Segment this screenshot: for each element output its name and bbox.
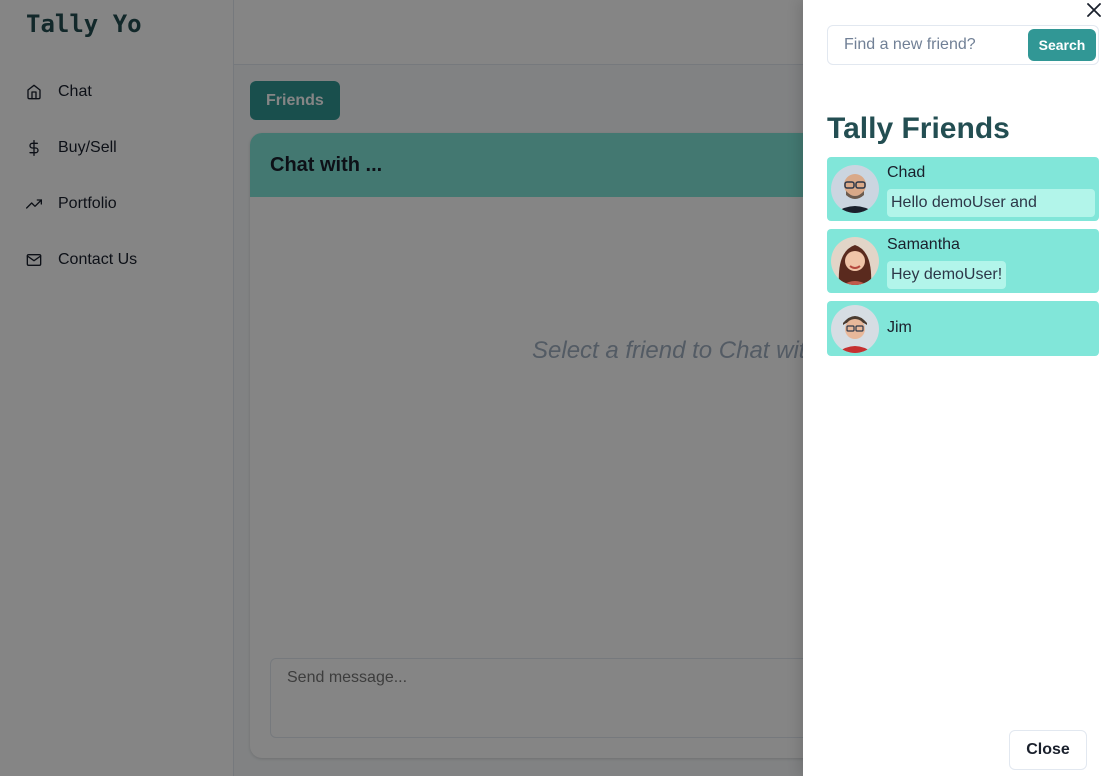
avatar	[831, 165, 879, 213]
avatar	[831, 305, 879, 353]
search-button[interactable]: Search	[1028, 29, 1096, 61]
friend-list: Chad Hello demoUser and Samantha Hey dem…	[827, 157, 1099, 364]
friend-name: Samantha	[887, 236, 960, 253]
friend-item-jim[interactable]: Jim	[827, 301, 1099, 356]
friend-name: Chad	[887, 164, 926, 181]
friend-item-chad[interactable]: Chad Hello demoUser and	[827, 157, 1099, 221]
friends-drawer: Search Tally Friends Chad Hello demoUser…	[803, 0, 1107, 776]
friend-message-preview: Hello demoUser and	[887, 189, 1095, 217]
friend-search-input[interactable]	[828, 26, 1024, 64]
friend-name: Jim	[887, 319, 912, 336]
friend-search: Search	[827, 25, 1099, 65]
drawer-overlay[interactable]	[0, 0, 803, 776]
friend-message-preview: Hey demoUser!	[887, 261, 1007, 289]
close-button[interactable]: Close	[1009, 730, 1087, 770]
avatar	[831, 237, 879, 285]
close-icon[interactable]	[1084, 0, 1104, 20]
friend-item-samantha[interactable]: Samantha Hey demoUser!	[827, 229, 1099, 293]
drawer-title: Tally Friends	[827, 112, 1010, 145]
